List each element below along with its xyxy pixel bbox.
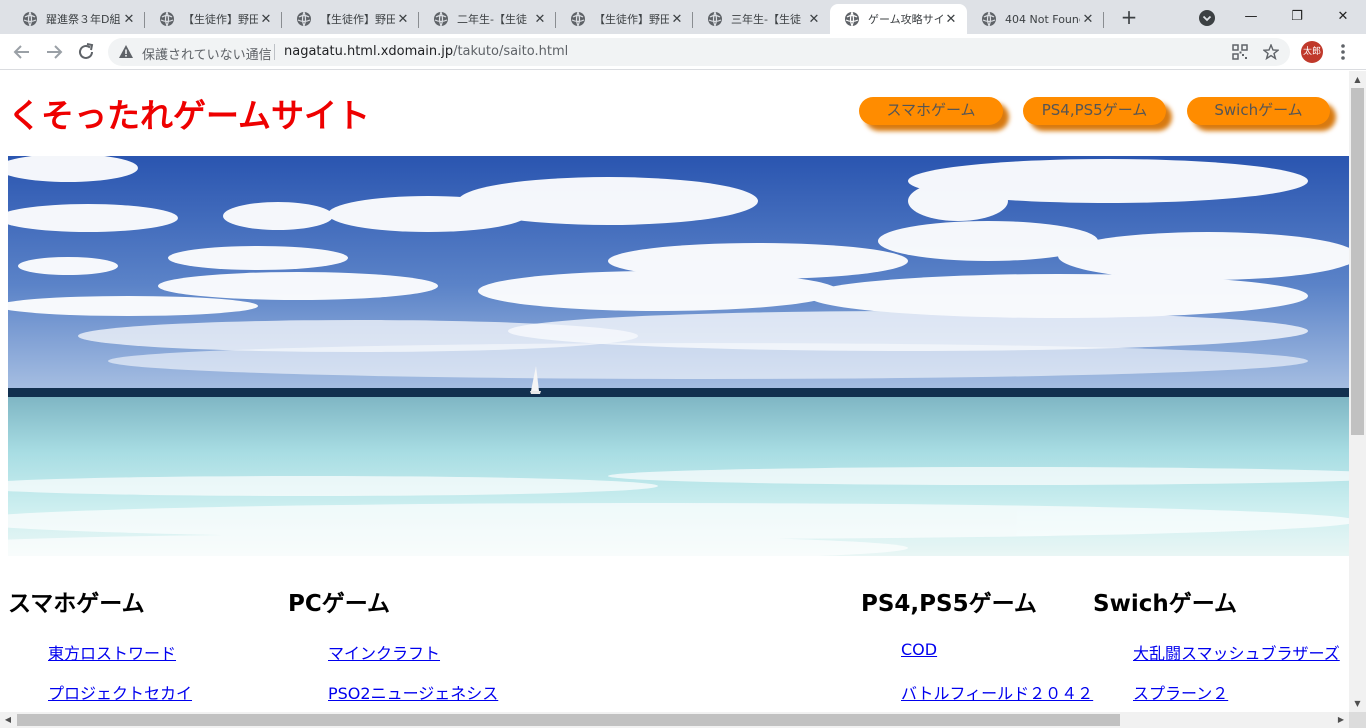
address-bar[interactable]: 保護されていない通信 nagatatu.html.xdomain.jp/taku… <box>108 38 1290 66</box>
tab-title: 躍進祭３年D組 <box>46 13 121 26</box>
forward-icon[interactable] <box>42 40 66 64</box>
globe-icon <box>23 11 37 27</box>
url-path: /takuto/saito.html <box>453 44 569 59</box>
horizontal-scroll-thumb[interactable] <box>17 714 1120 726</box>
omnibox-divider <box>274 44 275 60</box>
tab-title: 三年生-【生徒 <box>731 13 801 26</box>
scroll-up-arrow-icon[interactable]: ▲ <box>1349 71 1366 88</box>
close-window-icon[interactable]: ✕ <box>1320 4 1366 30</box>
game-link[interactable]: COD <box>901 640 937 659</box>
globe-icon <box>982 11 996 27</box>
close-tab-icon[interactable]: ✕ <box>806 12 822 27</box>
scroll-left-arrow-icon[interactable]: ◀ <box>0 712 16 728</box>
section-heading-smartphone: スマホゲーム <box>8 591 145 617</box>
section-heading-ps: PS4,PS5ゲーム <box>861 591 1037 617</box>
game-link[interactable]: プロジェクトセカイ <box>48 680 192 704</box>
minimize-icon[interactable]: — <box>1228 4 1274 30</box>
url-host: nagatatu.html.xdomain.jp <box>284 44 454 59</box>
scrollbar-corner <box>1349 712 1366 728</box>
hero-beach-image <box>8 156 1349 556</box>
browser-tab[interactable]: 三年生-【生徒 ✕ <box>693 4 830 34</box>
tab-strip: 躍進祭３年D組 ✕ 【生徒作】野田 ✕ 【生徒作】野田 ✕ 二年生-【生徒 ✕ … <box>0 0 1366 34</box>
browser-toolbar: 保護されていない通信 nagatatu.html.xdomain.jp/taku… <box>0 34 1366 70</box>
back-icon[interactable] <box>10 40 34 64</box>
close-tab-icon[interactable]: ✕ <box>1080 12 1096 27</box>
game-link[interactable]: 東方ロストワード <box>48 640 176 664</box>
more-menu-icon[interactable] <box>1338 42 1348 62</box>
security-label[interactable]: 保護されていない通信 <box>142 44 272 63</box>
new-tab-button[interactable]: + <box>1116 6 1142 28</box>
scroll-right-arrow-icon[interactable]: ▶ <box>1333 712 1349 728</box>
scroll-down-arrow-icon[interactable]: ▼ <box>1349 695 1366 712</box>
globe-icon <box>297 11 311 27</box>
tab-search-icon[interactable] <box>1198 9 1216 27</box>
tab-title: 【生徒作】野田 <box>183 13 258 26</box>
game-link[interactable]: マインクラフト <box>328 640 440 664</box>
nav-button-switch[interactable]: Swichゲーム <box>1187 97 1330 125</box>
globe-icon <box>160 11 174 27</box>
profile-avatar[interactable]: 太郎 <box>1301 41 1323 63</box>
site-title: くそったれゲームサイト <box>8 96 371 135</box>
browser-tab[interactable]: 二年生-【生徒 ✕ <box>419 4 556 34</box>
page-viewport: くそったれゲームサイト スマホゲーム PS4,PS5ゲーム Swichゲーム ス… <box>0 71 1349 712</box>
browser-tab-active[interactable]: ゲーム攻略サイト ✕ <box>830 4 967 34</box>
game-link[interactable]: PSO2ニュージェネシス <box>328 680 498 704</box>
qr-code-icon[interactable] <box>1232 44 1248 60</box>
vertical-scroll-thumb[interactable] <box>1351 88 1364 435</box>
section-heading-switch: Swichゲーム <box>1093 591 1238 617</box>
reload-icon[interactable] <box>74 40 98 64</box>
game-link[interactable]: スプラーン２ <box>1133 680 1228 704</box>
browser-tab[interactable]: 404 Not Found ✕ <box>967 4 1104 34</box>
globe-icon <box>434 11 448 27</box>
close-tab-icon[interactable]: ✕ <box>669 12 685 27</box>
warning-icon[interactable] <box>118 44 134 60</box>
browser-tab[interactable]: 【生徒作】野田 ✕ <box>556 4 693 34</box>
nav-button-smartphone[interactable]: スマホゲーム <box>859 97 1003 125</box>
tab-title: ゲーム攻略サイト <box>868 13 943 26</box>
globe-icon <box>708 11 722 27</box>
globe-icon <box>571 11 585 27</box>
tab-separator <box>1103 12 1104 28</box>
browser-tab[interactable]: 【生徒作】野田 ✕ <box>145 4 282 34</box>
url-text[interactable]: nagatatu.html.xdomain.jp/takuto/saito.ht… <box>284 44 568 59</box>
game-link[interactable]: バトルフィールド２０４２ <box>901 680 1093 704</box>
close-tab-icon[interactable]: ✕ <box>121 12 137 27</box>
close-tab-icon[interactable]: ✕ <box>258 12 274 27</box>
tab-title: 二年生-【生徒 <box>457 13 527 26</box>
close-tab-icon[interactable]: ✕ <box>943 12 959 27</box>
nav-button-ps[interactable]: PS4,PS5ゲーム <box>1023 97 1166 125</box>
tab-title: 【生徒作】野田 <box>320 13 395 26</box>
horizontal-scrollbar[interactable]: ◀ ▶ <box>0 712 1349 728</box>
tab-title: 404 Not Found <box>1005 12 1080 26</box>
vertical-scrollbar[interactable]: ▲ ▼ <box>1349 71 1366 712</box>
bookmark-star-icon[interactable] <box>1263 44 1279 60</box>
restore-icon[interactable]: ❐ <box>1274 4 1320 30</box>
game-link[interactable]: 大乱闘スマッシュブラザーズ <box>1133 640 1340 664</box>
globe-icon <box>845 11 859 27</box>
close-tab-icon[interactable]: ✕ <box>532 12 548 27</box>
browser-tab[interactable]: 【生徒作】野田 ✕ <box>282 4 419 34</box>
browser-tab[interactable]: 躍進祭３年D組 ✕ <box>8 4 145 34</box>
section-heading-pc: PCゲーム <box>288 591 391 617</box>
close-tab-icon[interactable]: ✕ <box>395 12 411 27</box>
tab-title: 【生徒作】野田 <box>594 13 669 26</box>
